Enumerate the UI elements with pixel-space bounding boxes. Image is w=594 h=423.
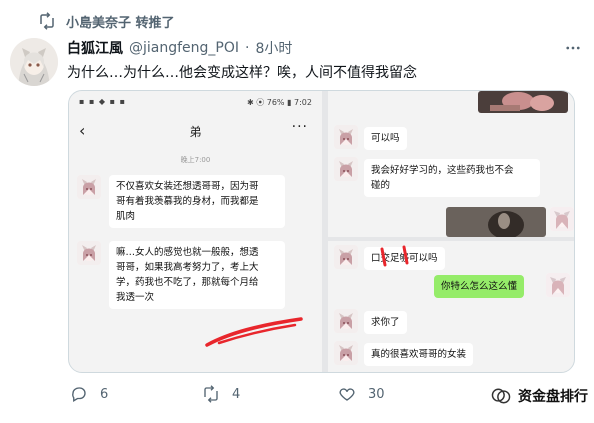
retweet-label[interactable]: 小島美奈子 转推了 (66, 12, 175, 31)
status-icons-left: ▪ ▪ ◆ ▪ ▪ (79, 97, 127, 106)
bubble-line: 我透一次 (116, 292, 155, 303)
chat-bubble-self: 你特么怎么这么懂 (434, 275, 525, 298)
user-handle[interactable]: @jiangfeng_POI (129, 40, 239, 56)
tweet-header: 白狐江風 @jiangfeng_POI · 8小时 (67, 38, 292, 58)
watermark-text: 资金盘排行 (518, 389, 588, 405)
chat-screenshot-right-bottom[interactable]: 口交足够可以吗 你特么怎么这么懂 求你了 真的很喜欢哥哥的女装 (328, 241, 574, 372)
chat-more-icon: ··· (291, 119, 308, 135)
chat-screenshot-left[interactable]: ▪ ▪ ◆ ▪ ▪ ✱ ⦿ 76% ▮ 7:02 ‹ 弟 ··· 晚上7:00 … (69, 91, 322, 372)
heart-icon (339, 388, 355, 401)
chat-avatar (334, 157, 358, 181)
chat-title: 弟 (189, 125, 202, 139)
timestamp[interactable]: 8小时 (255, 38, 292, 58)
reply-icon (72, 387, 86, 402)
reply-button[interactable]: 6 (70, 385, 108, 403)
bubble-line: 肌肉 (116, 211, 136, 222)
anime-avatar-image (10, 38, 58, 86)
photo-thumbnail (478, 91, 568, 113)
chat-bubble: 嘛…女人的感觉也就一般般，想透 哥哥，如果我高考努力了，考上大 学，药我也不吃了… (109, 241, 285, 309)
wechat-channel-icon (491, 388, 511, 404)
retweet-count: 4 (232, 386, 241, 402)
chat-bubble: 求你了 (364, 311, 407, 334)
chat-avatar (334, 341, 358, 365)
display-name[interactable]: 白狐江風 (67, 38, 123, 58)
chat-bubble: 口交足够可以吗 (364, 247, 445, 270)
bubble-line: 学，药我也不吃了，那就每个月给 (116, 277, 259, 288)
retweet-button[interactable]: 4 (202, 385, 240, 403)
retweet-context: 小島美奈子 转推了 (38, 10, 175, 32)
separator: · (245, 40, 250, 56)
chat-avatar (334, 125, 358, 149)
photo-thumbnail (446, 207, 546, 237)
reply-count: 6 (100, 386, 109, 402)
bubble-line: 我会好好学习的，这些药我也不会 (371, 165, 514, 176)
chat-bubble: 可以吗 (364, 127, 407, 150)
bubble-line: 不仅喜欢女装还想透哥哥，因为哥 (116, 181, 259, 192)
like-count: 30 (368, 386, 385, 402)
chat-screenshot-right-top[interactable]: 可以吗 我会好好学习的，这些药我也不会 碰的 (328, 91, 574, 237)
chat-header: ‹ 弟 ··· (69, 119, 322, 141)
chat-avatar (77, 241, 101, 265)
chat-bubble: 真的很喜欢哥哥的女装 (364, 343, 474, 366)
chat-avatar (77, 175, 101, 199)
status-icons-right: ✱ ⦿ 76% ▮ 7:02 (246, 98, 312, 107)
chat-avatar (334, 309, 358, 333)
chat-bubble: 不仅喜欢女装还想透哥哥，因为哥 哥有着我羡慕我的身材，而我都是 肌肉 (109, 175, 285, 228)
bubble-line: 哥有着我羡慕我的身材，而我都是 (116, 196, 259, 207)
self-avatar (550, 207, 574, 231)
status-bar: ▪ ▪ ◆ ▪ ▪ ✱ ⦿ 76% ▮ 7:02 (69, 91, 322, 113)
bubble-line: 碰的 (371, 180, 391, 191)
bubble-line: 哥哥，如果我高考努力了，考上大 (116, 262, 259, 273)
tweet-media[interactable]: ▪ ▪ ◆ ▪ ▪ ✱ ⦿ 76% ▮ 7:02 ‹ 弟 ··· 晚上7:00 … (68, 90, 575, 373)
red-underline-mark (205, 317, 303, 347)
avatar[interactable] (10, 38, 58, 86)
watermark: 资金盘排行 (490, 386, 588, 406)
retweet-icon (204, 385, 218, 403)
self-avatar (546, 273, 570, 297)
like-button[interactable]: 30 (338, 385, 385, 403)
chat-bubble: 我会好好学习的，这些药我也不会 碰的 (364, 159, 540, 197)
more-options-button[interactable] (562, 37, 584, 59)
chat-avatar (334, 245, 358, 269)
chat-timestamp: 晚上7:00 (180, 156, 211, 164)
bubble-line: 嘛…女人的感觉也就一般般，想透 (116, 247, 259, 258)
retweet-icon (40, 12, 54, 30)
tweet-text: 为什么…为什么…他会变成这样？唉，人间不值得我留念 (67, 65, 417, 81)
more-horizontal-icon (566, 46, 580, 50)
